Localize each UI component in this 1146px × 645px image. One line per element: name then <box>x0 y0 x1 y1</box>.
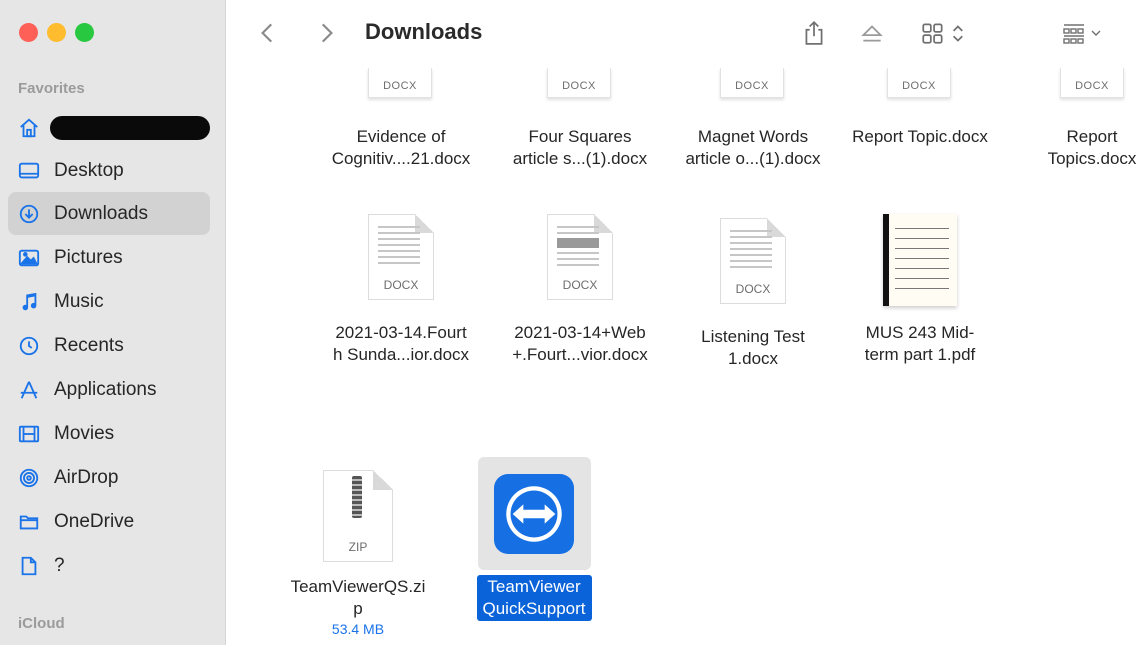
file-item-selected[interactable]: TeamViewer QuickSupport <box>449 457 619 621</box>
eject-icon <box>861 25 883 42</box>
sidebar: Favorites Desktop Downloads Pictures Mus… <box>0 0 226 645</box>
back-button[interactable] <box>255 18 281 48</box>
docx-file-icon[interactable]: DOCX <box>887 68 951 98</box>
file-item[interactable]: DOCX 2021-03-14.Fourt h Sunda...ior.docx <box>316 214 486 366</box>
forward-chevron-icon <box>321 23 333 43</box>
selected-file-name: TeamViewer QuickSupport <box>476 575 592 621</box>
docx-file-icon: DOCX <box>547 214 613 300</box>
file-item[interactable]: DOCX 2021-03-14+Web +.Fourt...vior.docx <box>495 214 665 366</box>
sidebar-item-label: ? <box>54 554 65 576</box>
zoom-window-button[interactable] <box>75 23 94 42</box>
file-name: 2021-03-14+Web <box>514 323 646 342</box>
file-name: 2021-03-14.Fourt <box>335 323 467 342</box>
docx-file-icon[interactable]: DOCX <box>720 68 784 98</box>
group-by-icon <box>1063 24 1101 44</box>
sidebar-item-unknown[interactable]: ? <box>8 544 210 587</box>
downloads-icon <box>18 203 40 225</box>
airdrop-icon <box>18 467 40 489</box>
sidebar-item-label: AirDrop <box>54 466 119 488</box>
sidebar-item-label: Music <box>54 290 104 312</box>
file-name: Report Topic.docx <box>852 127 988 146</box>
file-size: 53.4 MB <box>331 621 385 637</box>
share-icon <box>805 20 823 45</box>
docx-file-icon[interactable]: DOCX <box>368 68 432 98</box>
close-window-button[interactable] <box>19 23 38 42</box>
docx-file-icon: DOCX <box>368 214 434 300</box>
share-button[interactable] <box>799 18 829 48</box>
sidebar-item-label: Applications <box>54 378 157 400</box>
sidebar-item-desktop[interactable]: Desktop <box>8 149 210 192</box>
clock-icon <box>18 335 40 357</box>
group-by-button[interactable] <box>1059 18 1111 48</box>
redacted-username <box>50 115 210 140</box>
file-name: 1.docx <box>727 349 779 368</box>
grid-view-icon <box>922 23 963 44</box>
file-item[interactable]: Report Topics.docx <box>1027 126 1146 170</box>
view-options-button[interactable] <box>917 18 975 48</box>
sidebar-item-music[interactable]: Music <box>8 280 210 323</box>
sidebar-item-label: Desktop <box>54 159 124 181</box>
sidebar-item-label: Pictures <box>54 246 123 268</box>
sidebar-item-pictures[interactable]: Pictures <box>8 236 210 279</box>
sidebar-item-airdrop[interactable]: AirDrop <box>8 456 210 499</box>
app-selection-highlight <box>477 457 591 570</box>
file-item[interactable]: Evidence of Cognitiv....21.docx <box>316 126 486 170</box>
sidebar-item-onedrive[interactable]: OneDrive <box>8 500 210 543</box>
file-name: Evidence of <box>356 127 446 146</box>
file-name: TeamViewerQS.zi <box>290 577 426 596</box>
file-name: Four Squares <box>528 127 632 146</box>
docx-file-icon: DOCX <box>720 218 786 304</box>
window-controls <box>19 23 94 42</box>
minimize-window-button[interactable] <box>47 23 66 42</box>
back-chevron-icon <box>261 23 273 43</box>
sidebar-item-label: OneDrive <box>54 510 135 532</box>
sidebar-item-downloads[interactable]: Downloads <box>8 192 210 235</box>
desktop-icon <box>18 160 40 182</box>
docx-file-icon[interactable]: DOCX <box>547 68 611 98</box>
applications-icon <box>18 379 40 401</box>
file-name: Listening Test <box>701 327 805 346</box>
sidebar-item-recents[interactable]: Recents <box>8 324 210 367</box>
file-item[interactable]: Magnet Words article o...(1).docx <box>668 126 838 170</box>
eject-button[interactable] <box>857 18 887 48</box>
sidebar-item-label: Movies <box>54 422 115 444</box>
sidebar-section-icloud: iCloud <box>18 615 65 632</box>
home-icon <box>18 117 40 139</box>
pdf-file-icon <box>883 214 957 306</box>
teamviewer-app-icon <box>494 473 574 554</box>
file-item[interactable]: Report Topic.docx <box>835 126 1005 148</box>
pictures-icon <box>18 247 40 269</box>
sidebar-item-home[interactable] <box>8 106 210 149</box>
sidebar-section-favorites: Favorites <box>18 80 85 97</box>
zip-file-icon: ZIP <box>323 470 393 562</box>
music-icon <box>18 291 40 313</box>
file-name: h Sunda...ior.docx <box>332 345 470 364</box>
file-name: article s...(1).docx <box>512 149 648 168</box>
forward-button[interactable] <box>313 18 339 48</box>
file-name: term part 1.pdf <box>864 345 976 364</box>
folder-icon <box>18 511 40 533</box>
docx-file-icon[interactable]: DOCX <box>1060 68 1124 98</box>
file-name: Report <box>1066 127 1118 146</box>
toolbar: Downloads <box>227 0 1146 68</box>
file-item[interactable]: DOCX Listening Test 1.docx <box>668 218 838 370</box>
movies-icon <box>18 423 40 445</box>
file-item[interactable]: ZIP TeamViewerQS.zi p 53.4 MB <box>273 470 443 638</box>
file-name: article o...(1).docx <box>685 149 821 168</box>
file-name: MUS 243 Mid- <box>865 323 975 342</box>
file-name: Cognitiv....21.docx <box>331 149 471 168</box>
sidebar-item-label: Downloads <box>54 202 148 224</box>
file-name: Magnet Words <box>697 127 809 146</box>
file-name: p <box>353 599 363 618</box>
document-icon <box>18 555 40 577</box>
sidebar-item-label: Recents <box>54 334 124 356</box>
window-title: Downloads <box>365 19 483 44</box>
file-grid: DOCX DOCX DOCX DOCX DOCX Evidence of Cog… <box>227 68 1146 645</box>
sidebar-item-movies[interactable]: Movies <box>8 412 210 455</box>
file-name: Topics.docx <box>1047 149 1137 168</box>
sidebar-item-applications[interactable]: Applications <box>8 368 210 411</box>
file-name: +.Fourt...vior.docx <box>512 345 648 364</box>
file-item[interactable]: MUS 243 Mid- term part 1.pdf <box>835 214 1005 366</box>
file-item[interactable]: Four Squares article s...(1).docx <box>495 126 665 170</box>
